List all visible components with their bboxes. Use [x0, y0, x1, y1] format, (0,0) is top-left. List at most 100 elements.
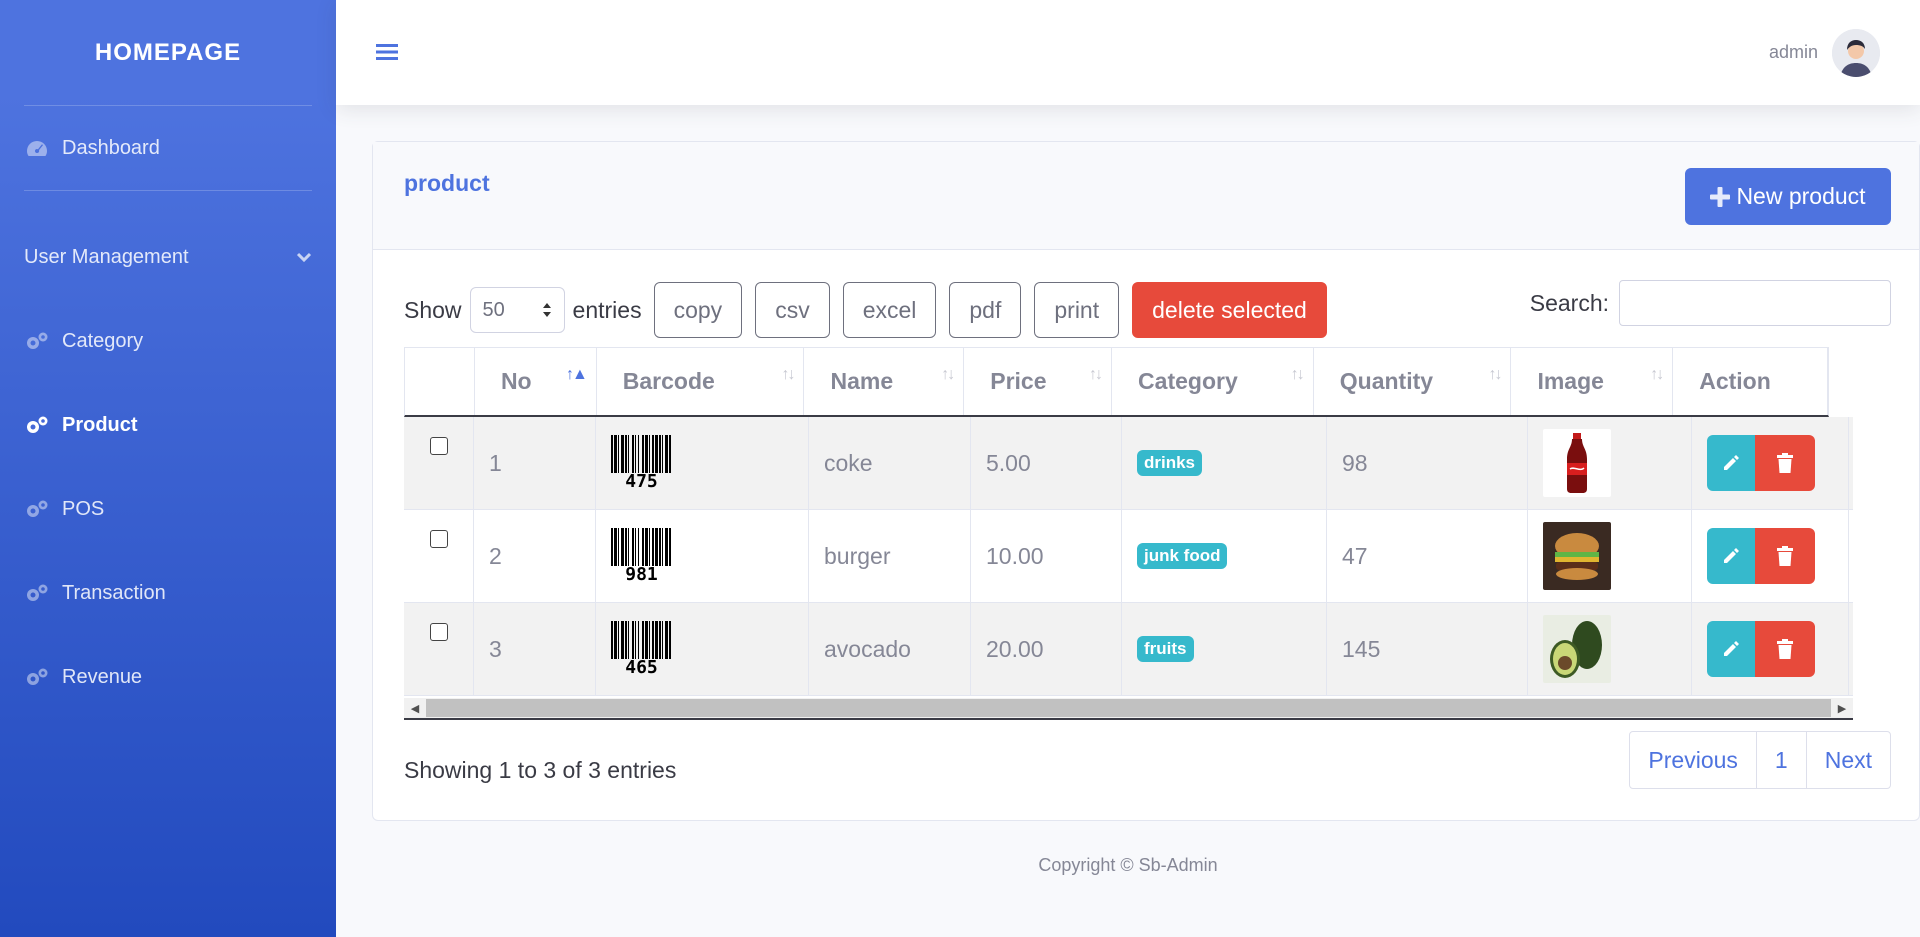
cogs-icon: [24, 583, 50, 603]
cell-image: [1528, 603, 1692, 695]
delete-button[interactable]: [1755, 621, 1815, 677]
row-checkbox-cell: [404, 510, 474, 602]
pencil-icon: [1724, 641, 1739, 656]
delete-button[interactable]: [1755, 528, 1815, 584]
barcode-image: 981: [611, 528, 672, 584]
plus-icon: [1710, 186, 1731, 207]
dashboard-icon: [24, 139, 50, 157]
scroll-left-icon[interactable]: ◀: [404, 702, 426, 715]
cell-category: drinks: [1122, 417, 1327, 509]
table-header: No ↑▲ Barcode ↑↓ Name ↑↓ Price ↑↓ Category ↑↓…: [404, 347, 1829, 417]
cell-barcode: 981: [596, 510, 809, 602]
print-button[interactable]: print: [1034, 282, 1120, 338]
row-checkbox[interactable]: [429, 530, 448, 548]
pdf-button[interactable]: pdf: [949, 282, 1022, 338]
cell-action: [1692, 510, 1849, 602]
next-page-button[interactable]: Next: [1807, 732, 1890, 788]
cell-no: 1: [474, 417, 596, 509]
row-checkbox[interactable]: [429, 437, 448, 455]
cell-no: 2: [474, 510, 596, 602]
show-label: Show: [404, 296, 462, 323]
table-row: 3 465 avocado 20.00 fruits 145: [404, 603, 1853, 696]
previous-page-button[interactable]: Previous: [1630, 732, 1757, 788]
column-label: Category: [1138, 368, 1238, 394]
sidebar-item-user-management[interactable]: User Management: [0, 215, 336, 299]
category-badge: junk food: [1137, 543, 1228, 569]
trash-icon: [1777, 639, 1793, 659]
barcode-image: 465: [611, 621, 672, 677]
new-product-button[interactable]: New product: [1685, 168, 1891, 225]
cell-price: 5.00: [971, 417, 1122, 509]
sidebar-brand[interactable]: HOMEPAGE: [0, 0, 336, 105]
csv-button[interactable]: csv: [755, 282, 830, 338]
product-image-coke: [1543, 429, 1611, 497]
cell-image: [1528, 510, 1692, 602]
page-1-button[interactable]: 1: [1757, 732, 1807, 788]
search-input[interactable]: [1619, 280, 1891, 326]
cell-no: 3: [474, 603, 596, 695]
entries-select[interactable]: 50: [469, 287, 565, 333]
cell-barcode: 465: [596, 603, 809, 695]
sidebar-item-label: Product: [62, 413, 138, 436]
sidebar-item-product[interactable]: Product: [0, 383, 336, 467]
sidebar-item-label: Transaction: [62, 581, 166, 604]
column-header-select: [405, 348, 475, 415]
column-header-barcode[interactable]: Barcode ↑↓: [597, 348, 805, 415]
column-header-quantity[interactable]: Quantity ↑↓: [1314, 348, 1512, 415]
horizontal-scrollbar[interactable]: ◀ ▶: [404, 698, 1853, 720]
edit-button[interactable]: [1707, 528, 1755, 584]
pagination: Previous 1 Next: [1629, 731, 1891, 789]
cell-image: [1528, 417, 1692, 509]
table-row: 1 475 coke 5.00 drinks 98: [404, 417, 1853, 510]
cell-barcode: 475: [596, 417, 809, 509]
table-toolbar: Show 50 entries copy csv excel pdf print…: [404, 280, 1891, 340]
column-label: No: [500, 368, 532, 394]
barcode-bar: [671, 435, 672, 473]
row-checkbox[interactable]: [429, 623, 448, 641]
column-label: Name: [830, 368, 894, 394]
barcode-bar: [671, 528, 672, 566]
sidebar-item-label: Category: [62, 329, 144, 352]
entries-value: 50: [482, 298, 505, 321]
row-checkbox-cell: [404, 603, 474, 695]
search-box: Search:: [1530, 280, 1891, 326]
footer-copyright: Copyright © Sb-Admin: [1038, 855, 1218, 875]
edit-button[interactable]: [1707, 621, 1755, 677]
category-badge: fruits: [1137, 636, 1194, 662]
scroll-thumb[interactable]: [426, 699, 1831, 717]
card-title: product: [404, 170, 490, 196]
sidebar-item-transaction[interactable]: Transaction: [0, 551, 336, 635]
search-label: Search:: [1529, 289, 1609, 316]
sort-asc-icon: ↑▲: [565, 366, 588, 383]
column-label: Price: [990, 368, 1047, 394]
new-product-label: New product: [1736, 183, 1866, 209]
column-label: Barcode: [622, 368, 715, 394]
cogs-icon: [24, 331, 50, 351]
copy-button[interactable]: copy: [653, 282, 743, 338]
sidebar-item-pos[interactable]: POS: [0, 467, 336, 551]
excel-button[interactable]: excel: [842, 282, 937, 338]
hamburger-menu-icon[interactable]: [376, 36, 398, 70]
delete-selected-button[interactable]: delete selected: [1132, 282, 1327, 338]
column-header-image[interactable]: Image ↑↓: [1511, 348, 1674, 415]
column-header-name[interactable]: Name ↑↓: [804, 348, 965, 415]
column-header-category[interactable]: Category ↑↓: [1112, 348, 1314, 415]
row-checkbox-cell: [404, 417, 474, 509]
edit-button[interactable]: [1707, 435, 1755, 491]
column-header-no[interactable]: No ↑▲: [475, 348, 597, 415]
sidebar-item-category[interactable]: Category: [0, 299, 336, 383]
column-header-price[interactable]: Price ↑↓: [964, 348, 1113, 415]
delete-button[interactable]: [1755, 435, 1815, 491]
cogs-icon: [24, 667, 50, 687]
cell-category: junk food: [1122, 510, 1327, 602]
trash-icon: [1777, 453, 1793, 473]
column-header-action: Action: [1673, 348, 1828, 415]
scroll-right-icon[interactable]: ▶: [1831, 702, 1853, 715]
user-menu[interactable]: admin: [1769, 28, 1880, 77]
sidebar-item-revenue[interactable]: Revenue: [0, 635, 336, 719]
cell-price: 20.00: [971, 603, 1122, 695]
cell-quantity: 145: [1327, 603, 1528, 695]
topbar: admin: [336, 0, 1920, 105]
sidebar-item-dashboard[interactable]: Dashboard: [0, 106, 336, 190]
sort-icon: ↑↓: [1650, 366, 1664, 383]
